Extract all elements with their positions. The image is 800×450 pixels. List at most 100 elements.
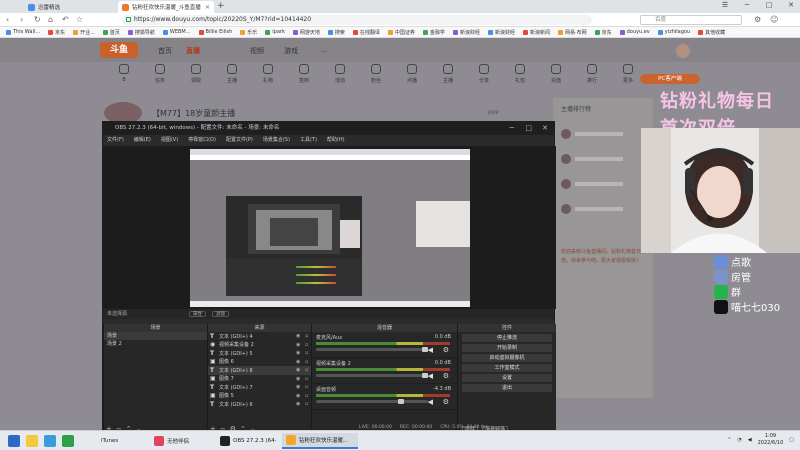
douyu-feature-item[interactable]: 充值 [536, 64, 576, 84]
taskbar-app[interactable]: OBS 27.2.3 (64-bi... [216, 433, 280, 449]
douyu-feature-item[interactable]: 点播 [392, 64, 432, 84]
obs-menu-item[interactable]: 停靠窗口(D) [188, 135, 216, 146]
bookmark-item[interactable]: 搜狐导航 [127, 29, 155, 36]
bookmark-item[interactable]: Billie Eilish [198, 29, 232, 35]
speaker-icon[interactable]: ◀ [428, 346, 433, 354]
list-item[interactable] [561, 178, 649, 190]
source-item[interactable]: ◉ 视频采集设备 2 ◉ ▫ [208, 341, 311, 350]
source-item[interactable]: T 文本 (GDI+) 8 ◉ ▫ [208, 366, 311, 375]
eye-icon[interactable]: ◉ [296, 359, 302, 365]
nav-live[interactable]: 直播 [186, 46, 200, 56]
list-item[interactable] [561, 128, 649, 140]
nav-more[interactable]: … [320, 46, 327, 54]
windows-start-icon[interactable] [8, 435, 20, 447]
eye-icon[interactable]: ◉ [296, 350, 302, 356]
source-item[interactable]: T 文本 (GDI+) 5 ◉ ▫ [208, 349, 311, 358]
browser-tab-inactive[interactable]: 迅雷精选 [24, 1, 104, 13]
eye-icon[interactable]: ◉ [296, 333, 302, 339]
douyu-feature-item[interactable]: 8 [104, 64, 144, 83]
list-item[interactable] [561, 203, 649, 215]
bookmark-item[interactable]: 开业... [73, 29, 95, 36]
bookmark-item[interactable]: 新浪财经 [452, 29, 480, 36]
volume-slider[interactable] [316, 347, 428, 352]
undo-icon[interactable]: ↶ [62, 15, 69, 24]
bookmark-item[interactable]: 网易·布网 [557, 29, 587, 36]
eye-icon[interactable]: ◉ [296, 342, 302, 348]
bookmark-item[interactable]: 中国证券 [387, 29, 415, 36]
eye-icon[interactable]: ◉ [296, 393, 302, 399]
volume-slider[interactable] [316, 399, 428, 404]
eye-icon[interactable]: ◉ [296, 367, 302, 373]
search-input[interactable]: 百度 [640, 15, 742, 25]
social-item[interactable]: 点歌 [714, 254, 751, 269]
bookmark-item[interactable]: 新浪财经 [487, 29, 515, 36]
bookmark-item[interactable]: 乐乐 [240, 29, 257, 36]
volume-slider[interactable] [316, 373, 428, 378]
start-recording-button[interactable]: 开始录制 [462, 344, 552, 352]
back-icon[interactable]: ‹ [6, 15, 9, 24]
scene-item[interactable]: 场景 [104, 332, 207, 340]
properties-button[interactable]: 属性 [189, 311, 206, 317]
douyu-feature-item[interactable]: 粉丝 [356, 64, 396, 84]
source-item[interactable]: T 文本 (GDI+) 4 ◉ ▫ [208, 332, 311, 341]
douyu-feature-item[interactable]: 礼物 [248, 64, 288, 84]
obs-menu-item[interactable]: 编辑(E) [134, 135, 151, 146]
extensions-icon[interactable]: ⚙ [754, 15, 761, 24]
home-icon[interactable]: ⌂ [48, 15, 53, 24]
pc-client-button[interactable]: PC客户端 [640, 74, 700, 84]
nav-home[interactable]: 首页 [158, 46, 172, 56]
obs-preview[interactable] [103, 146, 556, 309]
minimize-icon[interactable]: ─ [742, 1, 752, 9]
obs-menu-item[interactable]: 视图(V) [161, 135, 178, 146]
store-icon[interactable] [62, 435, 74, 447]
social-item[interactable]: 房管 [714, 269, 751, 284]
notification-icon[interactable]: ▢ [789, 437, 794, 443]
reload-icon[interactable]: ↻ [34, 15, 41, 24]
bookmark-item[interactable]: WEBM... [162, 29, 191, 35]
bookmark-item[interactable]: yizhilagou [657, 29, 690, 35]
bookmark-item[interactable]: douyu.ev [619, 29, 650, 35]
list-item[interactable] [561, 153, 649, 165]
scene-item[interactable]: 场景 2 [104, 340, 207, 348]
obs-menu-item[interactable]: 帮助(H) [327, 135, 345, 146]
douyu-feature-item[interactable]: 主播 [212, 64, 252, 84]
obs-menu-item[interactable]: 场景集合(S) [263, 135, 290, 146]
bookmark-item[interactable]: 在线翻译 [352, 29, 380, 36]
taskbar-app[interactable]: 无他伴侣 [150, 433, 210, 449]
obs-menu-item[interactable]: 文件(F) [107, 135, 124, 146]
source-item[interactable]: ▣ 图像 5 ◉ ▫ [208, 392, 311, 401]
source-item[interactable]: T 文本 (GDI+) 7 ◉ ▫ [208, 383, 311, 392]
nav-video[interactable]: 视频 [250, 46, 264, 56]
eye-icon[interactable]: ◉ [296, 376, 302, 382]
speaker-icon[interactable]: ◀ [428, 372, 433, 380]
clock[interactable]: 1:09 2022/6/10 [758, 433, 784, 447]
douyu-feature-item[interactable]: 领取 [176, 64, 216, 84]
browser-tab-active[interactable]: 钻粉狂欢快乐温暖_斗鱼直播 ✕ [118, 1, 214, 13]
obs-maximize-icon[interactable]: □ [525, 122, 532, 135]
source-item[interactable]: T 文本 (GDI+) 6 ◉ ▫ [208, 400, 311, 409]
douyu-feature-item[interactable]: 礼包 [500, 64, 540, 84]
start-virtual-camera-button[interactable]: 启动虚拟摄像机 [462, 354, 552, 362]
source-item[interactable]: ▣ 图像 6 ◉ ▫ [208, 358, 311, 367]
new-tab-button[interactable]: + [217, 1, 225, 11]
bookmark-item[interactable]: 其他收藏 [698, 29, 725, 36]
obs-menu-item[interactable]: 工具(T) [300, 135, 317, 146]
filters-button[interactable]: 滤镜 [212, 311, 229, 317]
bookmark-item[interactable]: 新浪新闻 [522, 29, 550, 36]
bookmark-item[interactable]: 京东 [48, 29, 65, 36]
edge-icon[interactable] [44, 435, 56, 447]
douyu-feature-item[interactable]: 签到 [284, 64, 324, 84]
obs-minimize-icon[interactable]: ─ [510, 122, 514, 135]
bookmark-item[interactable]: 京东 [594, 29, 612, 36]
url-input[interactable]: https://www.douyu.com/topic/20220S_Y/M7?… [122, 15, 592, 25]
menu-icon[interactable]: ☰ [720, 1, 730, 9]
exit-button[interactable]: 退出 [462, 384, 552, 392]
eye-icon[interactable]: ◉ [296, 384, 302, 390]
nav-game[interactable]: 游戏 [284, 46, 298, 56]
eye-icon[interactable]: ◉ [296, 401, 302, 407]
maximize-icon[interactable]: □ [764, 1, 774, 9]
bookmark-item[interactable]: 搜索 [327, 29, 345, 36]
social-item[interactable]: 群 [714, 284, 741, 299]
obs-menu-item[interactable]: 配置文件(P) [226, 135, 253, 146]
bookmark-item[interactable]: 金融学 [422, 29, 445, 36]
